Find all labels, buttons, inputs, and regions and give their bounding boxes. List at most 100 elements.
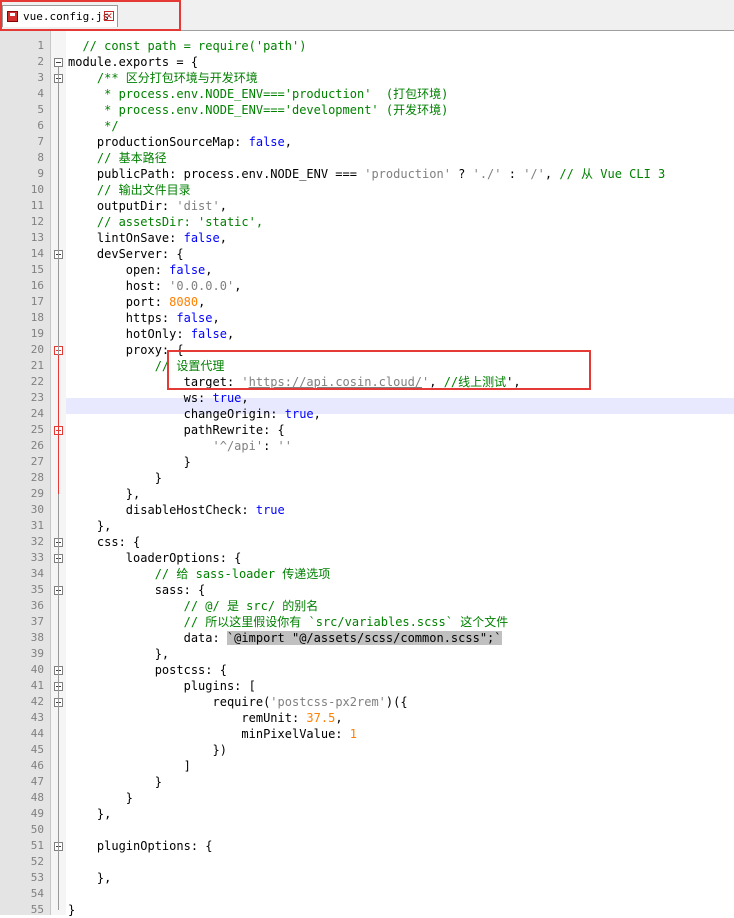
code-line[interactable]: 11 outputDir: 'dist', <box>0 198 734 214</box>
line-number: 6 <box>37 119 44 132</box>
code-line[interactable]: 41 plugins: [ <box>0 678 734 694</box>
code-line[interactable]: 3 /** 区分打包环境与开发环境 <box>0 70 734 86</box>
line-number: 43 <box>30 711 44 724</box>
code-line[interactable]: 29 }, <box>0 486 734 502</box>
code-line[interactable]: 34 // 给 sass-loader 传递选项 <box>0 566 734 582</box>
code-token: 37.5 <box>306 711 336 725</box>
line-number: 46 <box>30 759 44 772</box>
code-token: true <box>212 391 242 405</box>
code-line[interactable]: 17 port: 8080, <box>0 294 734 310</box>
code-line[interactable]: 16 host: '0.0.0.0', <box>0 278 734 294</box>
code-token: : <box>263 439 278 453</box>
code-token: }, <box>68 487 141 501</box>
fold-toggle-icon[interactable] <box>54 58 63 67</box>
code-line[interactable]: 12 // assetsDir: 'static', <box>0 214 734 230</box>
fold-guide <box>58 851 59 878</box>
line-number: 51 <box>30 839 44 852</box>
code-line[interactable]: 30 disableHostCheck: true <box>0 502 734 518</box>
code-text: }, <box>68 518 111 534</box>
code-line[interactable]: 15 open: false, <box>0 262 734 278</box>
code-line[interactable]: 6 */ <box>0 118 734 134</box>
code-token: )({ <box>385 695 408 709</box>
line-number: 34 <box>30 567 44 580</box>
code-line[interactable]: 54 <box>0 886 734 902</box>
code-line[interactable]: 31 }, <box>0 518 734 534</box>
code-line[interactable]: 27 } <box>0 454 734 470</box>
code-line[interactable]: 23 ws: true, <box>0 390 734 406</box>
code-line[interactable]: 55} <box>0 902 734 918</box>
code-line[interactable]: 42 require('postcss-px2rem')({ <box>0 694 734 710</box>
line-number: 17 <box>30 295 44 308</box>
code-token: ] <box>68 759 191 773</box>
code-line[interactable]: 9 publicPath: process.env.NODE_ENV === '… <box>0 166 734 182</box>
close-icon[interactable]: ✕ <box>104 11 114 22</box>
code-line[interactable]: 13 lintOnSave: false, <box>0 230 734 246</box>
code-line[interactable]: 5 * process.env.NODE_ENV==='development'… <box>0 102 734 118</box>
code-token: false <box>183 231 220 245</box>
code-line[interactable]: 20 proxy: { <box>0 342 734 358</box>
line-number: 1 <box>37 39 44 52</box>
code-line[interactable]: 52 <box>0 854 734 870</box>
code-line[interactable]: 39 }, <box>0 646 734 662</box>
code-token: false <box>176 311 213 325</box>
code-line[interactable]: 18 https: false, <box>0 310 734 326</box>
code-text: disableHostCheck: true <box>68 502 285 518</box>
code-line[interactable]: 7 productionSourceMap: false, <box>0 134 734 150</box>
code-line[interactable]: 28 } <box>0 470 734 486</box>
code-line[interactable]: 46 ] <box>0 758 734 774</box>
code-line[interactable]: 4 * process.env.NODE_ENV==='production' … <box>0 86 734 102</box>
tab-label: vue.config.js <box>23 10 110 23</box>
code-token: '^/api' <box>212 439 264 453</box>
code-line[interactable]: 38 data: `@import "@/assets/scss/common.… <box>0 630 734 646</box>
line-number: 10 <box>30 183 44 196</box>
code-line[interactable]: 24 changeOrigin: true, <box>0 406 734 422</box>
code-line[interactable]: 8 // 基本路径 <box>0 150 734 166</box>
code-line[interactable]: 50 <box>0 822 734 838</box>
line-number: 49 <box>30 807 44 820</box>
code-token: , <box>212 311 220 325</box>
code-line[interactable]: 1 // const path = require('path') <box>0 38 734 54</box>
code-token: } <box>68 455 191 469</box>
code-text: lintOnSave: false, <box>68 230 227 246</box>
code-token: false <box>169 263 206 277</box>
code-line[interactable]: 49 }, <box>0 806 734 822</box>
code-line[interactable]: 22 target: 'https://api.cosin.cloud/ ', /… <box>0 374 734 390</box>
code-token: , <box>429 375 444 389</box>
code-token: true <box>255 503 285 517</box>
code-line[interactable]: 40 postcss: { <box>0 662 734 678</box>
code-token: ? <box>450 167 473 181</box>
code-token: , <box>205 263 213 277</box>
line-number: 54 <box>30 887 44 900</box>
code-line[interactable]: 35 sass: { <box>0 582 734 598</box>
code-line[interactable]: 33 loaderOptions: { <box>0 550 734 566</box>
code-token: // 设置代理 <box>68 359 225 373</box>
code-token: true <box>284 407 314 421</box>
code-text: changeOrigin: true, <box>68 406 321 422</box>
code-line[interactable]: 10 // 输出文件目录 <box>0 182 734 198</box>
code-line[interactable]: 53 }, <box>0 870 734 886</box>
code-text: // 输出文件目录 <box>68 182 191 198</box>
code-line[interactable]: 48 } <box>0 790 734 806</box>
code-text: loaderOptions: { <box>68 550 242 566</box>
tab-vue-config[interactable]: vue.config.js ✕ <box>2 5 118 27</box>
code-line[interactable]: 32 css: { <box>0 534 734 550</box>
code-token: plugins: [ <box>68 679 256 693</box>
code-line[interactable]: 47 } <box>0 774 734 790</box>
code-editor[interactable]: 1 // const path = require('path') 2 module… <box>0 31 734 918</box>
code-text: require('postcss-px2rem')({ <box>68 694 408 710</box>
code-line[interactable]: 14 devServer: { <box>0 246 734 262</box>
line-number: 9 <box>37 167 44 180</box>
code-line[interactable]: 19 hotOnly: false, <box>0 326 734 342</box>
code-line[interactable]: 21 // 设置代理 <box>0 358 734 374</box>
code-line[interactable]: 36 // @/ 是 src/ 的别名 <box>0 598 734 614</box>
code-token: false <box>190 327 227 341</box>
code-line[interactable]: 44 minPixelValue: 1 <box>0 726 734 742</box>
code-line[interactable]: 26 '^/api': '' <box>0 438 734 454</box>
code-line[interactable]: 25 pathRewrite: { <box>0 422 734 438</box>
code-line[interactable]: 45 }) <box>0 742 734 758</box>
code-line[interactable]: 37 // 所以这里假设你有 `src/variables.scss` 这个文件 <box>0 614 734 630</box>
code-line[interactable]: 43 remUnit: 37.5, <box>0 710 734 726</box>
code-line[interactable]: 51 pluginOptions: { <box>0 838 734 854</box>
code-token: , <box>284 135 292 149</box>
code-line[interactable]: 2 module.exports = { <box>0 54 734 70</box>
